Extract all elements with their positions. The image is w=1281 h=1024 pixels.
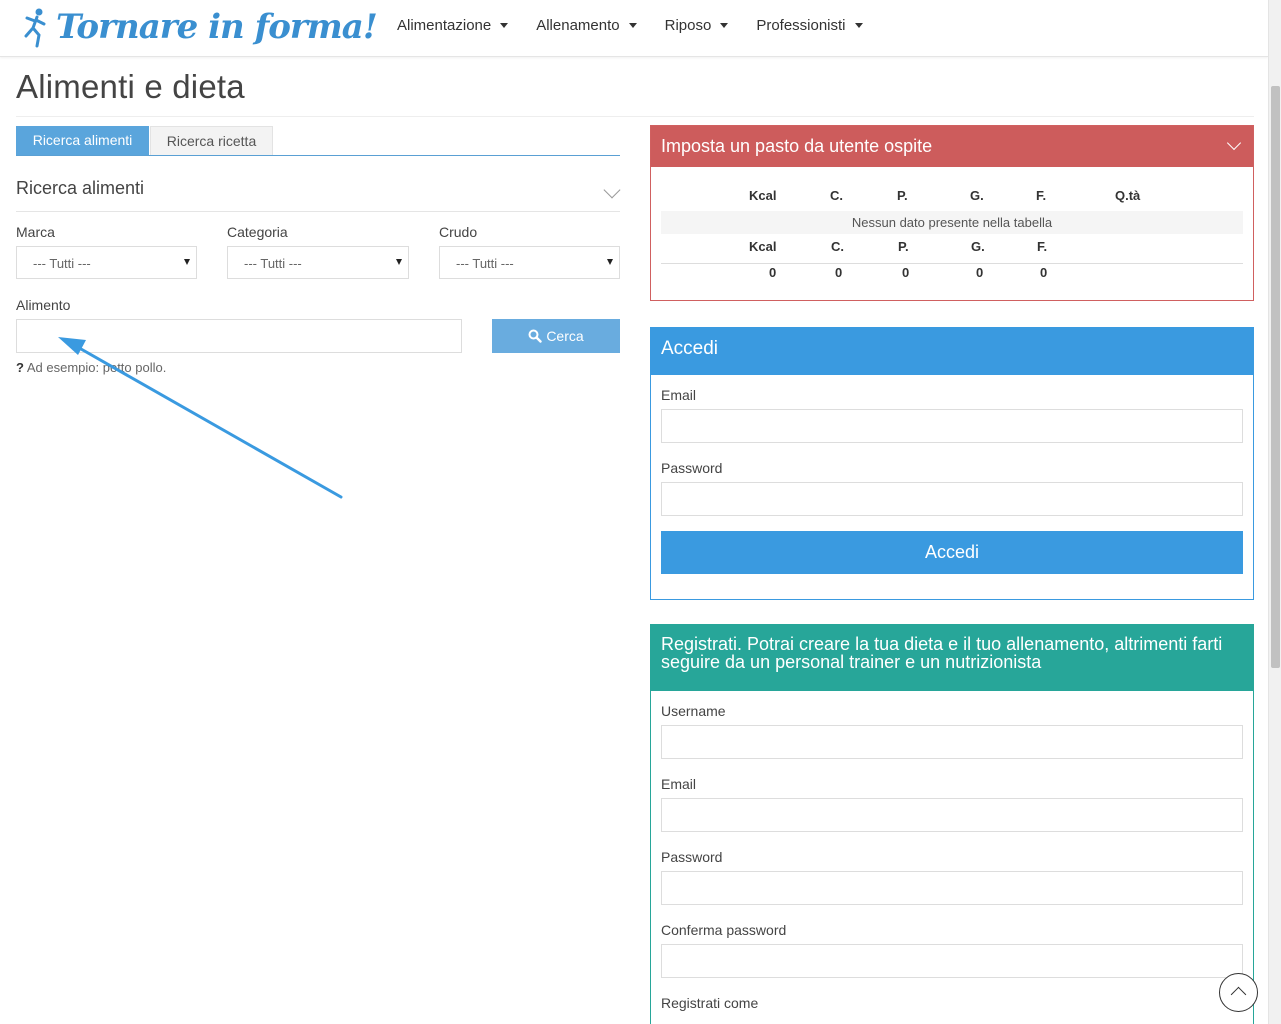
hint-text: Ad esempio: petto pollo. <box>26 360 167 375</box>
food-search-section-header[interactable]: Ricerca alimenti <box>16 178 621 212</box>
chevron-down-icon[interactable] <box>1226 135 1242 151</box>
col-fiber: F. <box>1036 188 1047 203</box>
login-email-field[interactable] <box>661 409 1243 443</box>
foot-fat: G. <box>971 239 985 254</box>
register-email-field[interactable] <box>661 798 1243 832</box>
main-nav: Alimentazione Allenamento Riposo Profess… <box>397 17 891 34</box>
chevron-up-icon <box>1230 986 1247 1003</box>
register-username-label: Username <box>661 703 726 719</box>
caret-down-icon <box>720 23 729 28</box>
nav-label: Allenamento <box>536 17 620 34</box>
login-panel: Accedi Email Password Accedi <box>650 327 1254 600</box>
col-kcal: Kcal <box>749 188 777 203</box>
page-scrollbar[interactable] <box>1268 0 1281 1024</box>
runner-icon <box>24 8 46 48</box>
nav-label: Alimentazione <box>397 17 492 34</box>
login-panel-header: Accedi <box>651 328 1253 375</box>
marca-label: Marca <box>16 224 55 240</box>
page-title: Alimenti e dieta <box>16 68 245 105</box>
tab-ricerca-ricetta[interactable]: Ricerca ricetta <box>150 126 273 155</box>
meal-table-empty: Nessun dato presente nella tabella <box>661 211 1243 234</box>
dropdown-arrow-icon <box>396 259 402 265</box>
login-password-label: Password <box>661 460 723 476</box>
register-password-field[interactable] <box>661 871 1243 905</box>
nav-alimentazione[interactable]: Alimentazione <box>397 17 509 34</box>
register-email-label: Email <box>661 776 697 792</box>
caret-down-icon <box>500 23 509 28</box>
foot-kcal: Kcal <box>749 239 777 254</box>
caret-down-icon <box>628 23 637 28</box>
guest-meal-panel: Imposta un pasto da utente ospite Kcal C… <box>650 125 1254 301</box>
total-fat: 0 <box>976 265 984 280</box>
register-confirm-field[interactable] <box>661 944 1243 978</box>
col-quantity: Q.tà <box>1115 188 1141 203</box>
search-hint: ? Ad esempio: petto pollo. <box>16 360 166 375</box>
alimento-input[interactable] <box>16 319 462 353</box>
categoria-label: Categoria <box>227 224 288 240</box>
nav-label: Riposo <box>664 17 712 34</box>
nav-label: Professionisti <box>756 17 846 34</box>
col-protein: P. <box>897 188 908 203</box>
dropdown-arrow-icon <box>184 259 190 265</box>
nav-allenamento[interactable]: Allenamento <box>536 17 637 34</box>
search-tabs: Ricerca alimenti Ricerca ricetta <box>16 126 620 156</box>
search-button[interactable]: Cerca <box>492 319 620 353</box>
total-kcal: 0 <box>769 265 777 280</box>
foot-carbs: C. <box>831 239 844 254</box>
logo-text: Tornare in forma! <box>56 7 378 47</box>
nav-professionisti[interactable]: Professionisti <box>756 17 863 34</box>
crudo-label: Crudo <box>439 224 478 240</box>
title-divider <box>16 116 1254 117</box>
register-panel-header: Registrati. Potrai creare la tua dieta e… <box>651 625 1253 691</box>
select-value: --- Tutti --- <box>456 256 514 271</box>
tab-ricerca-alimenti[interactable]: Ricerca alimenti <box>16 126 149 155</box>
foot-protein: P. <box>898 239 909 254</box>
scroll-to-top-button[interactable] <box>1219 973 1258 1012</box>
scrollbar-thumb[interactable] <box>1271 86 1280 668</box>
question-icon: ? <box>16 360 24 375</box>
login-button[interactable]: Accedi <box>661 531 1243 574</box>
site-logo[interactable]: Tornare in forma! <box>22 2 378 52</box>
top-navbar: Tornare in forma! Alimentazione Allename… <box>0 0 1268 57</box>
register-as-label: Registrati come <box>661 995 759 1011</box>
register-panel: Registrati. Potrai creare la tua dieta e… <box>650 624 1254 1024</box>
categoria-select[interactable]: --- Tutti --- <box>227 246 409 279</box>
login-email-label: Email <box>661 387 697 403</box>
guest-meal-panel-header[interactable]: Imposta un pasto da utente ospite <box>651 126 1253 167</box>
section-title: Ricerca alimenti <box>16 178 145 198</box>
total-protein: 0 <box>902 265 910 280</box>
meal-table-footer: Kcal C. P. G. F. <box>661 239 1243 264</box>
dropdown-arrow-icon <box>607 259 613 265</box>
alimento-label: Alimento <box>16 297 71 313</box>
col-fat: G. <box>970 188 984 203</box>
register-confirm-label: Conferma password <box>661 922 787 938</box>
panel-title: Imposta un pasto da utente ospite <box>661 136 933 156</box>
marca-select[interactable]: --- Tutti --- <box>16 246 197 279</box>
register-password-label: Password <box>661 849 723 865</box>
total-fiber: 0 <box>1040 265 1048 280</box>
total-carbs: 0 <box>835 265 843 280</box>
login-password-field[interactable] <box>661 482 1243 516</box>
search-button-label: Cerca <box>546 328 584 344</box>
crudo-select[interactable]: --- Tutti --- <box>439 246 620 279</box>
select-value: --- Tutti --- <box>244 256 302 271</box>
nav-riposo[interactable]: Riposo <box>665 17 729 34</box>
register-username-field[interactable] <box>661 725 1243 759</box>
search-icon <box>528 329 543 343</box>
select-value: --- Tutti --- <box>33 256 91 271</box>
foot-fiber: F. <box>1037 239 1048 254</box>
caret-down-icon <box>854 23 863 28</box>
col-carbs: C. <box>830 188 843 203</box>
